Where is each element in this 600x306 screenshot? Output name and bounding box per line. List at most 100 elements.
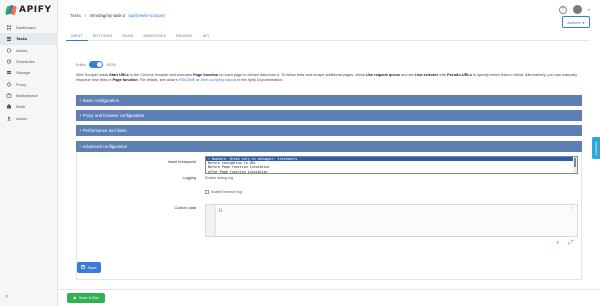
actors-icon	[6, 48, 12, 53]
enable-browser-log-label[interactable]: Enable browser log	[211, 190, 242, 194]
sidebar-item-label: Marketplace	[16, 92, 38, 98]
editor-mode-toggle: Editor JSON	[76, 61, 116, 68]
admin-icon	[6, 116, 12, 121]
desc-bold: Page function	[112, 78, 138, 83]
desc-text: . For details, see actor's	[137, 78, 179, 83]
sidebar-item-proxy[interactable]: Proxy	[0, 78, 57, 89]
editor-mode-label: Editor	[76, 62, 86, 67]
app-root: APIFY Dashboard Tasks Actors Schedules Stora…	[0, 0, 600, 306]
sidebar-item-label: Dashboard	[16, 25, 36, 31]
tutorial-link[interactable]: Web scraping tutorial	[201, 78, 237, 82]
desc-text: and set	[400, 73, 415, 77]
desc-text: in the Apify Documentation.	[236, 78, 284, 83]
desc-bold: Pseudo-URLs	[446, 73, 472, 77]
storage-icon	[6, 70, 12, 75]
chevron-down-icon[interactable]: ▾	[588, 7, 590, 12]
desc-text: in the Chrome browser and executes	[128, 73, 194, 77]
actor-link[interactable]: (apify/web-scraper)	[128, 13, 165, 18]
feedback-label: Feedback	[594, 141, 598, 155]
chevron-down-icon: ▾	[582, 19, 585, 25]
marketplace-icon	[6, 93, 12, 98]
custom-data-editor[interactable]: {} ⋮	[205, 204, 578, 237]
desc-bold: Page function	[193, 73, 219, 77]
desc-bold: Link selector	[414, 73, 439, 77]
save-icon	[81, 265, 86, 270]
logo[interactable]: APIFY	[0, 0, 57, 16]
proxy-icon	[6, 81, 12, 87]
actions-button[interactable]: Actions ▾	[562, 16, 590, 28]
apify-logo-icon	[5, 5, 17, 15]
more-options-icon[interactable]: ⋮	[569, 207, 574, 213]
section-proxy-browser-configuration[interactable]: + Proxy and browser configuration	[76, 110, 582, 121]
breakpoint-option[interactable]: After Page function invocation	[206, 170, 577, 174]
editor-gutter	[206, 205, 216, 236]
section-advanced-configuration[interactable]: – Advanced configuration	[76, 141, 582, 152]
enable-debug-log-row[interactable]: Enable debug log	[205, 176, 233, 180]
schedules-icon	[6, 59, 12, 64]
dropdown-scrollbar[interactable]	[573, 157, 577, 173]
sidebar-item-label: Tasks	[16, 36, 28, 42]
avatar[interactable]	[572, 5, 582, 14]
save-and-run-label: Save & Run	[78, 296, 100, 300]
fullscreen-icon[interactable]: ⤢	[568, 240, 573, 247]
sidebar-item-label: Admin	[16, 115, 28, 121]
logging-label: Logging	[182, 176, 196, 180]
sidebar-item-admin[interactable]: Admin	[0, 112, 57, 123]
bottom-bar	[58, 289, 600, 306]
tab-runs[interactable]: RUNS	[117, 31, 138, 41]
task-name: mmrdng/my-task-2	[89, 13, 126, 18]
tab-readme[interactable]: README	[171, 31, 198, 41]
save-label: Save	[87, 265, 97, 270]
sidebar-item-marketplace[interactable]: Marketplace	[0, 90, 57, 101]
sidebar-item-dashboard[interactable]: Dashboard	[0, 22, 57, 33]
breadcrumb-separator: >	[83, 13, 87, 18]
desc-bold: Use request queue	[366, 73, 401, 77]
collapse-sidebar-icon[interactable]: «	[5, 294, 13, 302]
tab-bar: INPUT SETTINGS RUNS WEBHOOKS README API	[66, 31, 590, 41]
readme-link[interactable]: README	[179, 78, 195, 82]
save-button[interactable]: Save	[77, 262, 101, 273]
sidebar-item-label: Work	[16, 104, 26, 110]
desc-text: Web Scraper loads	[76, 73, 110, 77]
zoom-icon[interactable]: ⌕	[556, 240, 559, 247]
editor-tools: ⌕ ⤢	[556, 240, 573, 247]
top-right-controls: ? ▾	[558, 5, 590, 14]
save-and-run-button[interactable]: Save & Run	[67, 293, 105, 303]
work-icon	[6, 104, 12, 109]
tab-webhooks[interactable]: WEBHOOKS	[138, 31, 171, 41]
enable-browser-log-row[interactable]: Enable browser log	[205, 190, 242, 194]
section-performance-limits[interactable]: + Performance and limits	[76, 125, 582, 136]
breadcrumb-tasks-link[interactable]: Tasks	[70, 13, 81, 18]
desc-bold: Start URLs	[109, 73, 129, 77]
actions-label: Actions	[567, 19, 581, 25]
custom-data-value[interactable]: {}	[218, 207, 223, 212]
enable-browser-log-checkbox[interactable]	[205, 190, 209, 194]
sidebar-item-work[interactable]: Work	[0, 101, 57, 112]
sidebar-item-label: Storage	[16, 70, 31, 76]
desc-text: on each page to extract data from it. To…	[218, 73, 367, 77]
breadcrumb: Tasks > mmrdng/my-task-2 (apify/web-scra…	[70, 13, 165, 18]
insert-breakpoint-label: Insert breakpoint	[167, 160, 196, 164]
logo-text: APIFY	[19, 5, 52, 15]
desc-text: with	[438, 73, 447, 77]
tasks-icon	[6, 36, 12, 42]
sidebar-nav: Dashboard Tasks Actors Schedules Storage Prox…	[0, 22, 57, 124]
tab-settings[interactable]: SETTINGS	[88, 31, 118, 41]
sidebar-item-label: Actors	[16, 47, 28, 53]
section-basic-configuration[interactable]: + Basic configuration	[76, 95, 582, 106]
enable-debug-log-label[interactable]: Enable debug log	[205, 176, 233, 180]
custom-data-label: Custom data	[174, 206, 196, 210]
sidebar-item-schedules[interactable]: Schedules	[0, 56, 57, 67]
tab-input[interactable]: INPUT	[66, 31, 88, 41]
sidebar: APIFY Dashboard Tasks Actors Schedules Stora…	[0, 0, 58, 306]
feedback-tab[interactable]: Feedback	[592, 137, 600, 159]
tab-api[interactable]: API	[198, 31, 214, 41]
actor-description: Web Scraper loads Start URLs in the Chro…	[76, 73, 582, 83]
sidebar-item-storage[interactable]: Storage	[0, 67, 57, 78]
sidebar-item-tasks[interactable]: Tasks	[0, 33, 57, 45]
sidebar-item-actors[interactable]: Actors	[0, 45, 57, 56]
insert-breakpoint-select[interactable]: ✓ Nowhere. Break only on debugger; state…	[205, 156, 578, 174]
help-icon[interactable]: ?	[558, 5, 567, 14]
sidebar-item-label: Proxy	[16, 81, 27, 87]
editor-json-switch[interactable]	[88, 61, 103, 68]
